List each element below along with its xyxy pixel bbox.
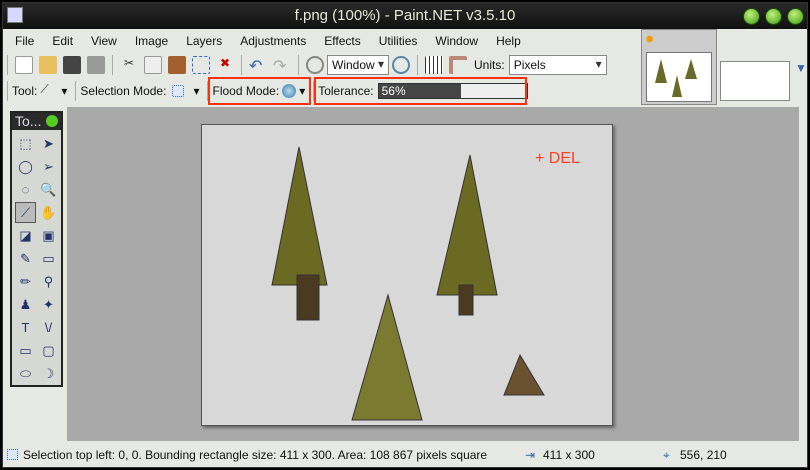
zoom-select[interactable]: Window <box>327 55 389 75</box>
new-icon[interactable] <box>15 56 33 74</box>
rectangle-select-icon[interactable]: ⬚ <box>15 133 36 154</box>
ellipse-icon[interactable]: ⬭ <box>15 363 36 384</box>
flood-mode-highlight <box>208 77 311 105</box>
deselect-icon[interactable]: ✖ <box>216 56 234 74</box>
grid-icon[interactable] <box>425 56 443 74</box>
menu-adjustments[interactable]: Adjustments <box>240 31 306 53</box>
annotation-text: + DEL <box>535 150 580 167</box>
image-size: 411 x 300 <box>543 448 595 462</box>
undo-icon[interactable]: ↶ <box>249 56 267 75</box>
menu-image[interactable]: Image <box>135 31 168 53</box>
color-picker-icon[interactable]: ⚲ <box>38 271 59 292</box>
app-window: f.png (100%) - Paint.NET v3.5.10 File Ed… <box>2 2 808 468</box>
redo-icon[interactable]: ↷ <box>273 56 291 75</box>
cursor-position: 556, 210 <box>680 448 727 462</box>
menu-utilities[interactable]: Utilities <box>379 31 418 53</box>
minimize-button[interactable] <box>743 8 760 25</box>
image-canvas[interactable]: + DEL <box>201 124 613 426</box>
paintbrush-icon[interactable]: ✎ <box>15 248 36 269</box>
print-icon[interactable] <box>87 56 105 74</box>
panel-expand-icon[interactable]: ▼ <box>795 61 807 75</box>
save-icon[interactable] <box>63 56 81 74</box>
tool-label: Tool: <box>12 84 38 98</box>
eraser-icon[interactable]: ▭ <box>38 248 59 269</box>
panel-close-icon[interactable] <box>46 115 58 127</box>
menu-view[interactable]: View <box>91 31 117 53</box>
ruler-icon[interactable] <box>449 56 467 74</box>
menu-window[interactable]: Window <box>435 31 478 53</box>
cursor-position-icon: ⌖ <box>663 448 670 462</box>
paste-icon[interactable] <box>168 56 186 74</box>
layer-thumbnail[interactable]: ✹ <box>641 29 717 105</box>
menu-effects[interactable]: Effects <box>324 31 360 53</box>
zoom-icon[interactable]: 🔍 <box>38 179 59 200</box>
app-icon <box>7 7 23 23</box>
clone-stamp-icon[interactable]: ♟ <box>15 294 36 315</box>
units-select[interactable]: Pixels <box>508 55 607 75</box>
selection-mode-dropdown-icon[interactable]: ▾ <box>193 84 199 98</box>
magic-wand-icon[interactable]: ⟋ <box>40 82 58 100</box>
menu-help[interactable]: Help <box>496 31 521 53</box>
menu-bar: File Edit View Image Layers Adjustments … <box>3 31 637 53</box>
tools-panel-title: To... <box>15 113 42 129</box>
image-size-icon: ⇥ <box>525 448 536 462</box>
move-selection-icon[interactable]: ➢ <box>38 156 59 177</box>
rounded-rectangle-icon[interactable]: ▢ <box>38 340 59 361</box>
magic-wand-tool-icon[interactable]: ⟋ <box>15 202 36 223</box>
main-toolbar: ✂ ✖ ↶ ↷ Window Units: Pixels <box>3 52 637 78</box>
status-message: Selection top left: 0, 0. Bounding recta… <box>23 448 488 462</box>
status-bar: Selection top left: 0, 0. Bounding recta… <box>3 443 807 467</box>
menu-file[interactable]: File <box>15 31 34 53</box>
selection-mode-label: Selection Mode: <box>80 84 167 98</box>
units-label: Units: <box>474 58 505 72</box>
paint-bucket-icon[interactable]: ◪ <box>15 225 36 246</box>
tolerance-highlight <box>314 77 527 105</box>
freeform-shape-icon[interactable]: ☽ <box>38 363 59 384</box>
menu-edit[interactable]: Edit <box>52 31 73 53</box>
pencil-icon[interactable]: ✏ <box>15 271 36 292</box>
tools-panel: To... ⬚ ➤ ◯ ➢ ◌ 🔍 ⟋ ✋ ◪ ▣ ✎ ▭ ✏ ⚲ ♟ ✦ T \/ ▭ ▢ ⬭ ☽ <box>10 111 63 387</box>
rectangle-icon[interactable]: ▭ <box>15 340 36 361</box>
gradient-icon[interactable]: ▣ <box>38 225 59 246</box>
zoom-in-icon[interactable] <box>392 56 410 74</box>
trees-image: + DEL <box>271 146 580 421</box>
menu-layers[interactable]: Layers <box>186 31 222 53</box>
sun-icon: ✹ <box>645 34 655 46</box>
recolor-icon[interactable]: ✦ <box>38 294 59 315</box>
lasso-icon[interactable]: ◯ <box>15 156 36 177</box>
tool-dropdown-icon[interactable]: ▾ <box>61 84 67 98</box>
close-button[interactable] <box>787 8 804 25</box>
zoom-out-icon[interactable] <box>306 56 324 74</box>
pan-icon[interactable]: ✋ <box>38 202 59 223</box>
selection-mode-icon[interactable] <box>172 85 185 97</box>
title-bar: f.png (100%) - Paint.NET v3.5.10 <box>3 3 807 29</box>
copy-icon[interactable] <box>144 56 162 74</box>
selection-icon <box>7 449 18 460</box>
line-curve-icon[interactable]: \/ <box>38 317 59 338</box>
maximize-button[interactable] <box>765 8 782 25</box>
text-icon[interactable]: T <box>15 317 36 338</box>
window-title: f.png (100%) - Paint.NET v3.5.10 <box>294 7 516 24</box>
open-icon[interactable] <box>39 56 57 74</box>
crop-icon[interactable] <box>192 56 210 74</box>
ellipse-select-icon[interactable]: ◌ <box>15 179 36 200</box>
move-selected-icon[interactable]: ➤ <box>38 133 59 154</box>
color-preview[interactable] <box>720 61 790 101</box>
